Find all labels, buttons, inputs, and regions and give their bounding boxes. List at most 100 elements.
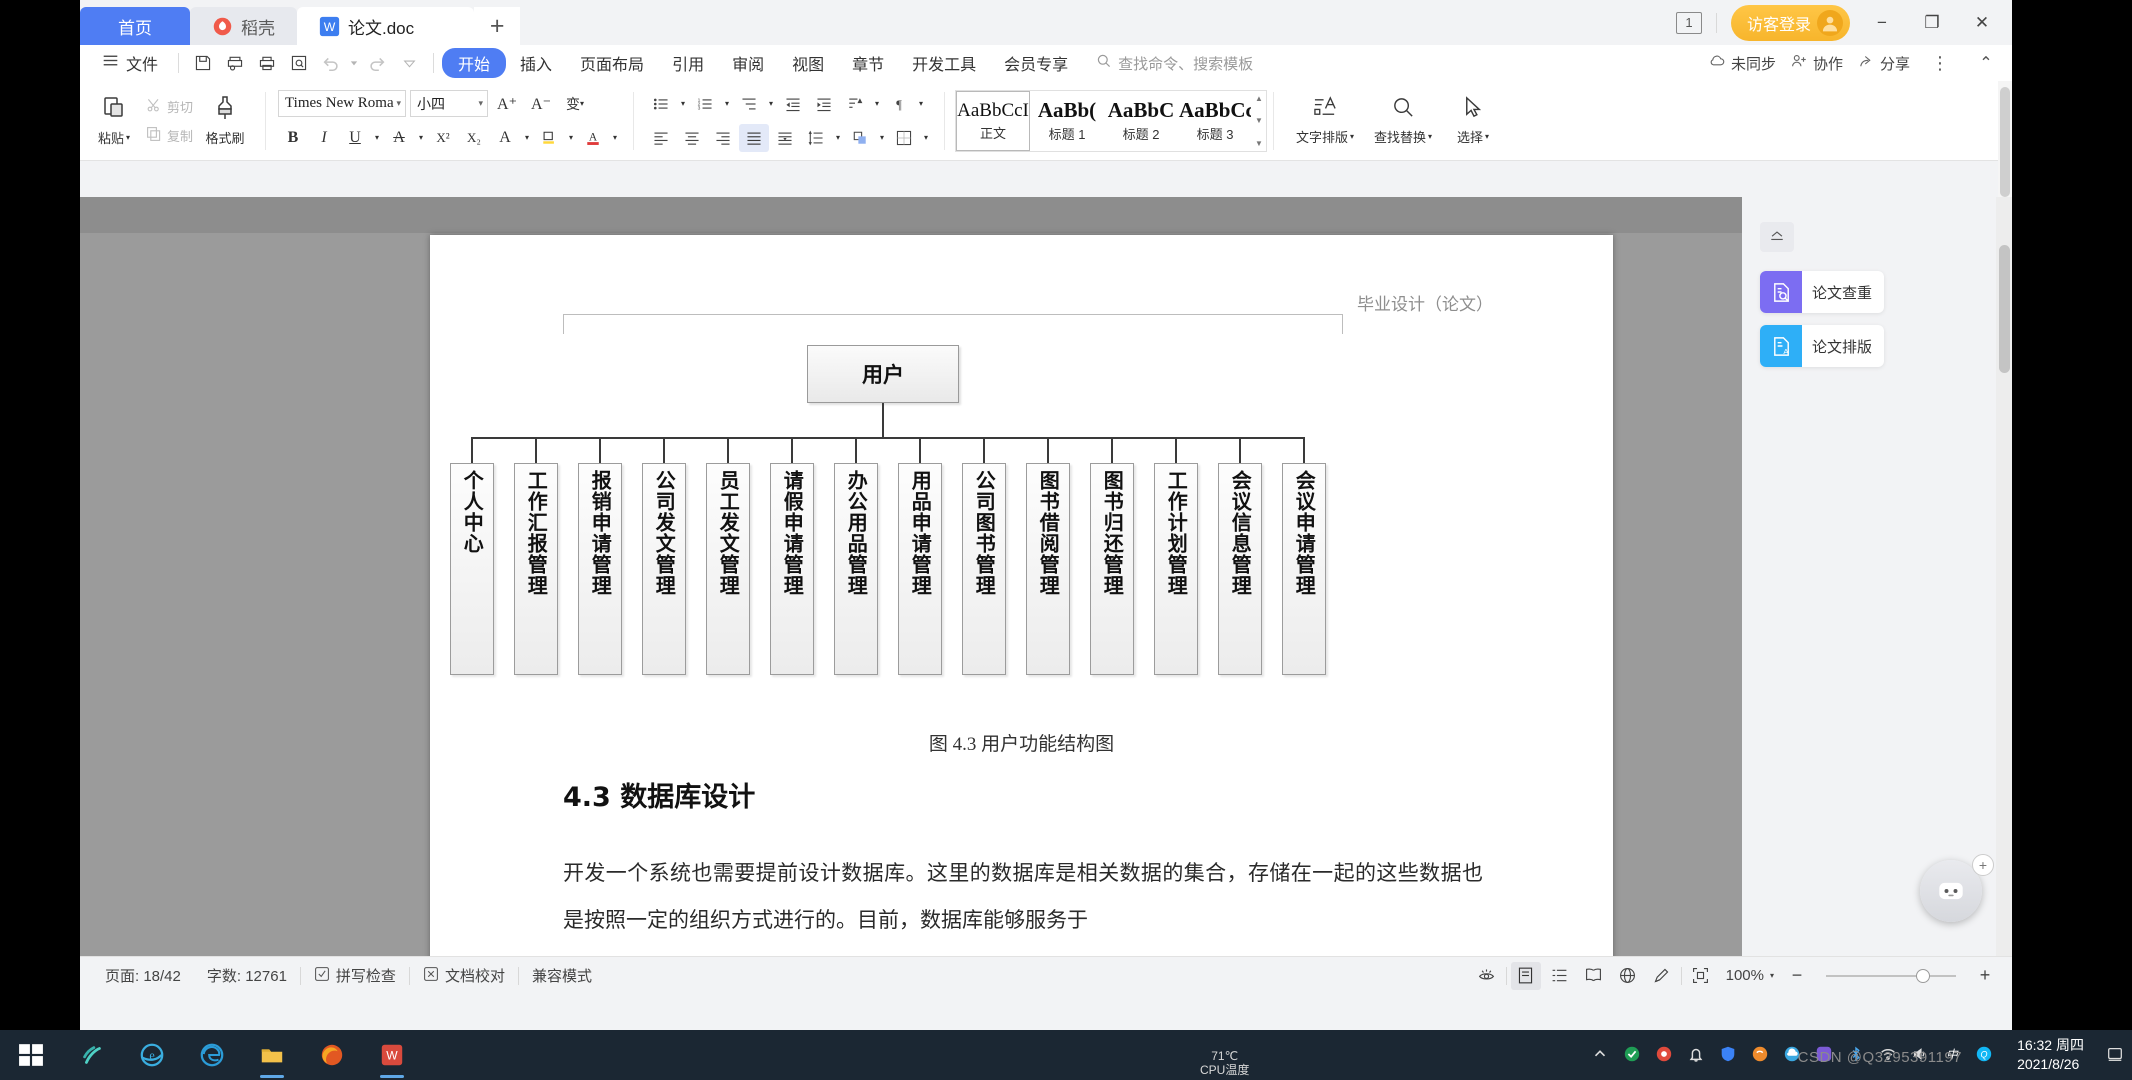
scroll-down-icon[interactable]: ▼ [1255, 116, 1263, 125]
org-chart-leaf-node[interactable]: 办公用品管理 [834, 437, 878, 705]
notification-center-icon[interactable] [2106, 1045, 2126, 1065]
file-menu-button[interactable]: 文件 [90, 51, 170, 75]
ribbon-tab-references[interactable]: 引用 [658, 48, 718, 78]
org-chart-leaf-node[interactable]: 用品申请管理 [898, 437, 942, 705]
assistant-add-button[interactable]: + [1972, 854, 1994, 876]
print-preview-icon[interactable] [219, 49, 251, 77]
undo-dropdown-icon[interactable] [347, 49, 361, 77]
tencent-icon[interactable] [1655, 1045, 1675, 1065]
org-chart-leaf-box[interactable]: 工作汇报管理 [514, 463, 558, 675]
shrink-font-button[interactable]: A⁻ [526, 90, 556, 118]
search-doc-icon[interactable] [283, 49, 315, 77]
sogou-icon[interactable] [1751, 1045, 1771, 1065]
styles-gallery-scroll[interactable]: ▲ ▼ ▼ [1252, 91, 1266, 151]
org-chart-leaf-box[interactable]: 会议申请管理 [1282, 463, 1326, 675]
fit-page-icon[interactable] [1686, 962, 1716, 990]
align-left-icon[interactable] [646, 124, 676, 152]
chevron-up-icon[interactable] [1591, 1045, 1611, 1065]
org-chart-leaf-box[interactable]: 报销申请管理 [578, 463, 622, 675]
find-replace-button[interactable]: 查找替换 ▾ [1364, 84, 1442, 158]
italic-button[interactable]: I [309, 124, 339, 152]
ribbon-tab-page-layout[interactable]: 页面布局 [566, 48, 658, 78]
org-chart-leaf-box[interactable]: 公司发文管理 [642, 463, 686, 675]
line-spacing-icon[interactable] [801, 124, 831, 152]
org-chart-leaf-node[interactable]: 员工发文管理 [706, 437, 750, 705]
show-paragraph-marks-icon[interactable]: ¶ [884, 90, 914, 118]
copy-button[interactable]: 复制 [142, 123, 197, 148]
collaborate-button[interactable]: 协作 [1790, 52, 1843, 74]
font-color-dropdown-icon[interactable]: ▾ [609, 124, 621, 152]
org-chart-leaf-node[interactable]: 工作计划管理 [1154, 437, 1198, 705]
org-chart-leaf-box[interactable]: 员工发文管理 [706, 463, 750, 675]
tab-docer[interactable]: 稻壳 [190, 7, 297, 45]
org-chart-leaf-box[interactable]: 公司图书管理 [962, 463, 1006, 675]
numbered-list-icon[interactable]: 123 [690, 90, 720, 118]
bullet-dropdown-icon[interactable]: ▾ [677, 90, 689, 118]
font-name-combo[interactable]: Times New Roma ▾ [278, 90, 407, 117]
font-size-combo[interactable]: 小四 ▾ [410, 90, 489, 117]
justify-icon[interactable] [739, 123, 770, 152]
underline-button[interactable]: U [340, 124, 370, 152]
zoom-out-button[interactable]: − [1782, 962, 1812, 990]
org-chart-leaf-box[interactable]: 请假申请管理 [770, 463, 814, 675]
close-button[interactable]: ✕ [1964, 8, 2000, 38]
zoom-level-button[interactable]: 100% ▾ [1720, 967, 1778, 984]
strikethrough-dropdown-icon[interactable]: ▾ [415, 124, 427, 152]
clear-format-button[interactable]: A [490, 124, 520, 152]
task-card-thesis-format[interactable]: A 论文排版 [1760, 325, 1884, 367]
org-chart-root-node[interactable]: 用户 [807, 345, 959, 403]
taskbar-clock[interactable]: 16:32 周四 2021/8/26 [2007, 1036, 2094, 1074]
org-chart-leaf-node[interactable]: 公司发文管理 [642, 437, 686, 705]
zoom-slider-knob[interactable] [1916, 968, 1930, 983]
org-chart-leaf-node[interactable]: 工作汇报管理 [514, 437, 558, 705]
org-chart-leaf-node[interactable]: 会议信息管理 [1218, 437, 1262, 705]
text-typeset-button[interactable]: 文字排版 ▾ [1286, 84, 1364, 158]
cut-button[interactable]: 剪切 [142, 94, 197, 119]
org-chart-leaf-box[interactable]: 用品申请管理 [898, 463, 942, 675]
borders-icon[interactable] [889, 124, 919, 152]
ribbon-collapse-button[interactable]: ⌃ [1970, 49, 2002, 77]
format-painter-button[interactable]: 格式刷 [197, 84, 253, 158]
org-chart-leaf-node[interactable]: 请假申请管理 [770, 437, 814, 705]
ribbon-tab-developer[interactable]: 开发工具 [898, 48, 990, 78]
document-scrollbar-thumb[interactable] [1999, 245, 2010, 373]
antivirus-icon[interactable] [1623, 1045, 1643, 1065]
print-icon[interactable] [251, 49, 283, 77]
shading-icon[interactable] [845, 124, 875, 152]
web-view-icon[interactable] [1613, 962, 1643, 990]
eye-protection-icon[interactable] [1472, 962, 1502, 990]
marks-dropdown-icon[interactable]: ▾ [915, 90, 927, 118]
edge-icon[interactable] [182, 1030, 242, 1080]
org-chart-leaf-box[interactable]: 图书归还管理 [1090, 463, 1134, 675]
outline-view-icon[interactable] [1545, 962, 1575, 990]
status-compat-mode[interactable]: 兼容模式 [519, 965, 605, 986]
style-item-normal[interactable]: AaBbCcI 正文 [956, 90, 1031, 151]
increase-indent-icon[interactable] [809, 90, 839, 118]
share-button[interactable]: 分享 [1857, 52, 1910, 74]
ribbon-tab-section[interactable]: 章节 [838, 48, 898, 78]
strikethrough-button[interactable]: A [384, 124, 414, 152]
collapse-panel-icon[interactable] [1760, 222, 1794, 252]
multilevel-list-icon[interactable] [734, 90, 764, 118]
org-chart-leaf-box[interactable]: 会议信息管理 [1218, 463, 1262, 675]
styles-more-icon[interactable]: ▼ [1255, 139, 1263, 148]
tab-document-论文[interactable]: W 论文.doc [297, 7, 475, 45]
shading-dropdown-icon[interactable]: ▾ [876, 124, 888, 152]
org-chart[interactable]: 用户 个人中心 工作汇报管理 报销申请管理 公司发文管理 员工发文管理 请假申请管理 办公用… [430, 345, 1613, 705]
align-center-icon[interactable] [677, 124, 707, 152]
org-chart-leaf-node[interactable]: 公司图书管理 [962, 437, 1006, 705]
zoom-in-button[interactable]: + [1970, 962, 2000, 990]
bell-icon[interactable] [1687, 1045, 1707, 1065]
status-word-count[interactable]: 字数: 12761 [194, 965, 300, 986]
underline-dropdown-icon[interactable]: ▾ [371, 124, 383, 152]
redo-icon[interactable] [361, 49, 393, 77]
org-chart-leaf-box[interactable]: 图书借阅管理 [1026, 463, 1070, 675]
org-chart-leaf-node[interactable]: 会议申请管理 [1282, 437, 1326, 705]
reading-view-icon[interactable] [1579, 962, 1609, 990]
org-chart-leaf-box[interactable]: 个人中心 [450, 463, 494, 675]
numbering-dropdown-icon[interactable]: ▾ [721, 90, 733, 118]
document-vertical-scrollbar[interactable] [1996, 197, 2012, 994]
minimize-button[interactable]: − [1864, 8, 1900, 38]
clear-format-dropdown-icon[interactable]: ▾ [521, 124, 533, 152]
edit-pen-icon[interactable] [1647, 962, 1677, 990]
